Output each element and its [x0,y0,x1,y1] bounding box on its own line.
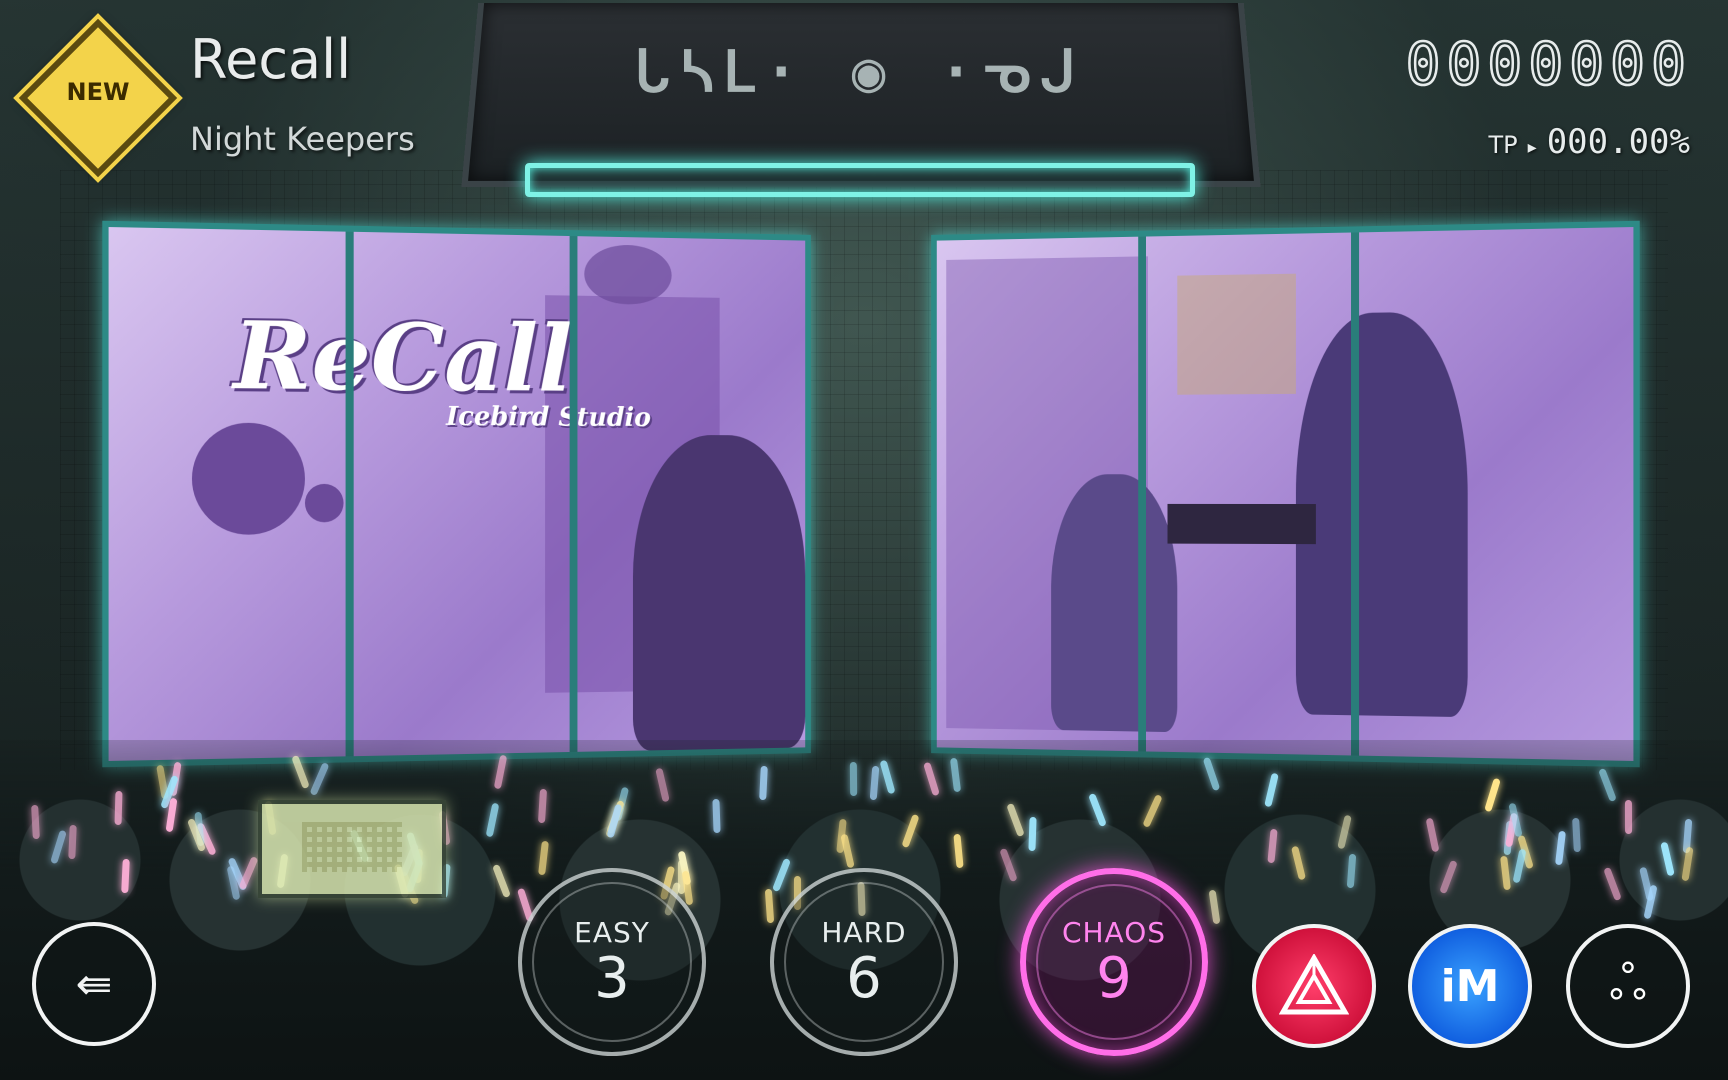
difficulty-ring [532,882,692,1042]
cover-keyboard [1167,503,1316,545]
triangle-logo-icon [1279,954,1349,1015]
new-badge-label: NEW [66,78,130,106]
swirl-logo-icon: ஃ [1609,955,1647,1011]
glowstick [120,858,130,893]
glowstick [712,798,721,833]
cover-character-boy [1051,474,1178,733]
difficulty-chaos-button[interactable]: CHAOS 9 [1020,868,1208,1056]
song-artist: Night Keepers [190,120,415,158]
glowstick [758,765,768,800]
cover-bubble [304,483,344,523]
screen-divider [1351,232,1360,756]
cover-studio-credit: Icebird Studio [446,401,651,433]
neon-light-bar [525,163,1195,197]
difficulty-easy-button[interactable]: EASY 3 [518,868,706,1056]
mode-triangle-button[interactable] [1252,924,1376,1048]
glowstick [30,805,40,840]
glowstick [67,824,77,859]
tp-arrow-icon: ▸ [1527,137,1537,158]
cover-sign-block [1177,273,1296,395]
difficulty-ring [784,882,944,1042]
glowstick [1624,800,1632,835]
back-button[interactable]: ⇚ [32,922,156,1046]
glowstick [849,762,858,797]
tp-label: TP [1488,131,1518,159]
cover-bubble [191,422,305,535]
crowd-pixel-sign [258,800,446,898]
song-title: Recall [190,28,352,91]
pixel-face [302,822,402,872]
cover-character-girl [1295,311,1468,718]
screen-divider [1138,236,1147,752]
tp-value: 000.00% [1546,122,1690,162]
difficulty-ring [1036,884,1192,1040]
mode-swirl-button[interactable]: ஃ [1566,924,1690,1048]
score-counter: 0000000 [1404,29,1692,100]
screen-divider [345,231,354,757]
song-cover-right-screens [931,220,1640,768]
im-logo-icon: iM [1440,960,1500,1012]
cover-silhouette [632,434,806,751]
cover-logo: ReCall [233,300,573,413]
song-cover-left-screens: ReCall Icebird Studio [102,220,811,768]
screen-divider [569,236,578,752]
glowstick [1028,816,1037,851]
cover-bubble [584,244,672,305]
tp-readout: TP ▸ 000.00% [1489,122,1690,162]
glowstick [114,790,123,826]
marquee-glyphs: ᒐᓴᒪ· ◉ ·ᓀᒍ [634,40,1086,105]
mode-im-button[interactable]: iM [1408,924,1532,1048]
difficulty-hard-button[interactable]: HARD 6 [770,868,958,1056]
back-arrow-icon: ⇚ [75,958,113,1010]
